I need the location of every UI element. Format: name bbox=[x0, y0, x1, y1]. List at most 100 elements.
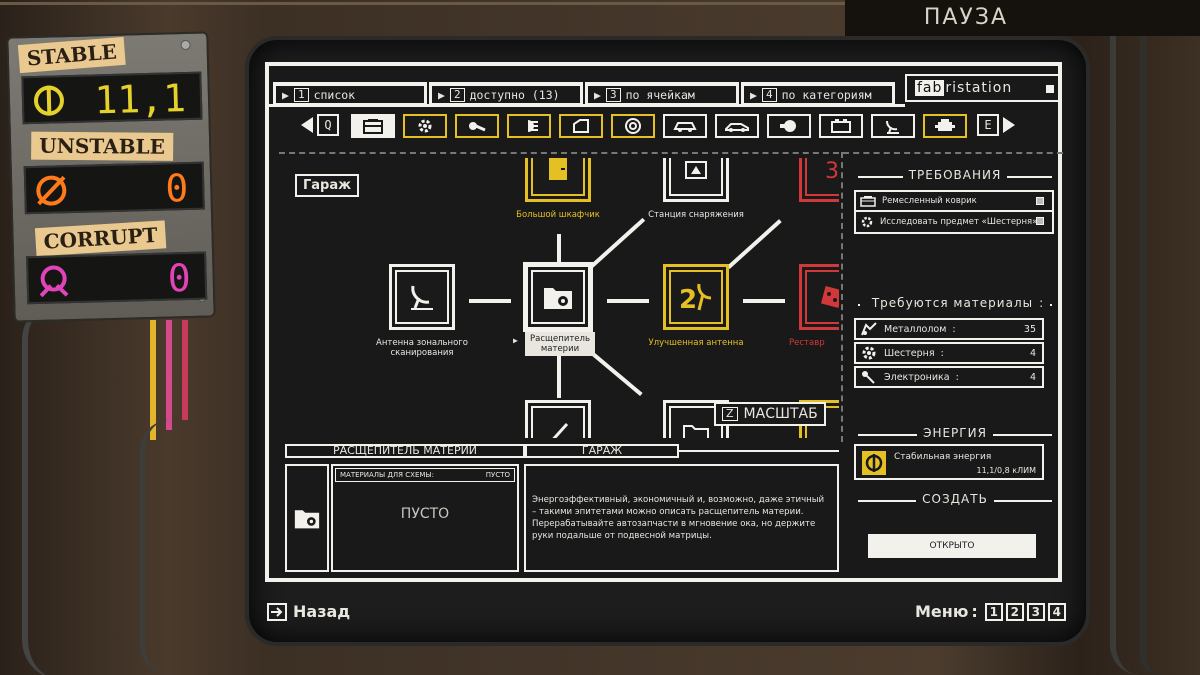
category-car[interactable] bbox=[663, 114, 707, 138]
electronics-icon bbox=[862, 371, 875, 384]
category-wheel[interactable] bbox=[611, 114, 655, 138]
unstable-value: 0 bbox=[164, 165, 189, 211]
view-tabs: ▶ 1 список ▶ 2 доступно (13) ▶ 3 по ячейкам ▶ 4… bbox=[269, 82, 906, 106]
schema-label: МАТЕРИАЛЫ ДЛЯ СХЕМЫ: bbox=[340, 471, 434, 479]
tab-list[interactable]: ▶ 1 список bbox=[273, 82, 427, 106]
header-line bbox=[679, 450, 839, 452]
menu-shortcuts: Меню: 1 2 3 4 bbox=[915, 602, 1066, 621]
requirement-text: Исследовать предмет «Шестерня» bbox=[880, 217, 1038, 227]
corrupt-energy-icon bbox=[39, 265, 69, 298]
unstable-energy-icon bbox=[36, 175, 67, 206]
key-icon bbox=[469, 122, 486, 132]
category-battery[interactable] bbox=[819, 114, 863, 138]
node-zonal-antenna[interactable] bbox=[389, 264, 455, 330]
category-motor[interactable] bbox=[923, 114, 967, 138]
category-key[interactable] bbox=[455, 114, 499, 138]
tab-key: 1 bbox=[293, 87, 309, 102]
node-right-top[interactable]: 3 bbox=[799, 158, 839, 202]
menu-key-3[interactable]: 3 bbox=[1026, 602, 1045, 621]
node-improved-antenna[interactable]: 2 bbox=[663, 264, 729, 330]
corrupt-value: 0 bbox=[167, 255, 192, 301]
node-bottom-left[interactable] bbox=[525, 400, 591, 438]
tree-link bbox=[557, 354, 561, 398]
zoom-label: МАСШТАБ bbox=[743, 406, 818, 422]
category-box[interactable] bbox=[351, 114, 395, 138]
zoom-control[interactable]: Z МАСШТАБ bbox=[714, 402, 826, 426]
corrupt-display: 0 bbox=[26, 251, 208, 305]
material-qty: 4 bbox=[1029, 348, 1036, 359]
tech-tree[interactable]: Большой шкафчик Станция снаряжения 3 Ант… bbox=[279, 158, 839, 438]
play-icon: ▶ bbox=[594, 87, 601, 102]
materials-title: Требуются материалы: bbox=[852, 296, 1058, 310]
divider bbox=[841, 152, 843, 442]
tree-link bbox=[557, 234, 561, 264]
play-icon: ▶ bbox=[750, 87, 757, 102]
next-arrow-icon[interactable] bbox=[1003, 117, 1015, 133]
create-title: СОЗДАТЬ bbox=[852, 492, 1058, 506]
locker-icon bbox=[549, 158, 567, 180]
tab-key: 4 bbox=[761, 87, 777, 102]
wrench-icon bbox=[552, 422, 569, 438]
meter-wire bbox=[140, 420, 200, 675]
category-engine[interactable] bbox=[767, 114, 811, 138]
station-icon bbox=[685, 161, 707, 179]
top-edge bbox=[0, 2, 845, 5]
play-icon: ▶ bbox=[438, 87, 445, 102]
open-button[interactable]: ОТКРЫТО bbox=[868, 534, 1036, 558]
material-item: Шестерня:4 bbox=[854, 342, 1044, 364]
node-restorer[interactable] bbox=[799, 264, 839, 330]
requirement-item: Исследовать предмет «Шестерня» bbox=[854, 212, 1054, 234]
energy-box: Стабильная энергия 11,1/0,8 кЛИМ bbox=[854, 444, 1044, 480]
material-name: Металлолом bbox=[884, 323, 947, 335]
antenna-2-icon: 2 bbox=[679, 283, 712, 314]
requirement-item: Ремесленный коврик bbox=[854, 190, 1054, 212]
door-icon bbox=[573, 119, 589, 133]
tab-label: доступно (13) bbox=[469, 87, 560, 102]
tree-link bbox=[469, 299, 511, 303]
zoom-key: Z bbox=[722, 407, 738, 421]
schema-empty-text: ПУСТО bbox=[400, 506, 450, 522]
stable-value: 11,1 bbox=[93, 76, 187, 123]
engine-icon bbox=[780, 120, 796, 132]
category-headlight[interactable] bbox=[507, 114, 551, 138]
category-car-side[interactable] bbox=[715, 114, 759, 138]
category-bar: Q E bbox=[301, 114, 1041, 142]
material-name: Шестерня bbox=[884, 347, 935, 359]
menu-key-2[interactable]: 2 bbox=[1005, 602, 1024, 621]
scrap-icon bbox=[861, 322, 877, 336]
tab-by-category[interactable]: ▶ 4 по категориям bbox=[741, 82, 895, 106]
logo-prefix: fab bbox=[915, 80, 945, 96]
play-icon: ▶ bbox=[282, 87, 289, 102]
pause-label: ПАУЗА bbox=[923, 5, 1008, 30]
tree-link bbox=[607, 299, 649, 303]
tab-available[interactable]: ▶ 2 доступно (13) bbox=[429, 82, 583, 106]
category-gear[interactable] bbox=[403, 114, 447, 138]
requirements-title: ТРЕБОВАНИЯ bbox=[852, 168, 1058, 182]
svg-text:2: 2 bbox=[679, 285, 697, 314]
next-category-key[interactable]: E bbox=[977, 114, 999, 136]
category-door[interactable] bbox=[559, 114, 603, 138]
headlight-icon bbox=[528, 120, 538, 132]
node-matter-splitter[interactable] bbox=[525, 264, 591, 330]
stable-display: 11,1 bbox=[21, 71, 203, 125]
requirement-text: Ремесленный коврик bbox=[882, 196, 977, 206]
prev-arrow-icon[interactable] bbox=[301, 117, 313, 133]
exit-arrow-icon bbox=[267, 602, 287, 621]
menu-key-4[interactable]: 4 bbox=[1047, 602, 1066, 621]
node-label: Большой шкафчик bbox=[516, 210, 600, 220]
node-equip-station[interactable] bbox=[663, 158, 729, 202]
node-big-locker[interactable] bbox=[525, 158, 591, 202]
tabs-underline bbox=[269, 104, 905, 107]
tab-by-slots[interactable]: ▶ 3 по ячейкам bbox=[585, 82, 739, 106]
menu-key-1[interactable]: 1 bbox=[984, 602, 1003, 621]
node-label: Улучшенная антенна bbox=[648, 338, 744, 348]
fabristation-logo: fab ristation bbox=[905, 74, 1062, 102]
item-name: РАСЩЕПИТЕЛЬ МАТЕРИИ bbox=[285, 444, 525, 458]
checkbox-icon bbox=[1036, 197, 1044, 205]
fabristation-screen: ▶ 1 список ▶ 2 доступно (13) ▶ 3 по ячейкам ▶ 4… bbox=[265, 62, 1063, 582]
item-category: ГАРАЖ bbox=[525, 444, 679, 458]
cable bbox=[22, 300, 102, 675]
back-button[interactable]: Назад bbox=[267, 602, 350, 621]
category-antenna[interactable] bbox=[871, 114, 915, 138]
prev-category-key[interactable]: Q bbox=[317, 114, 339, 136]
